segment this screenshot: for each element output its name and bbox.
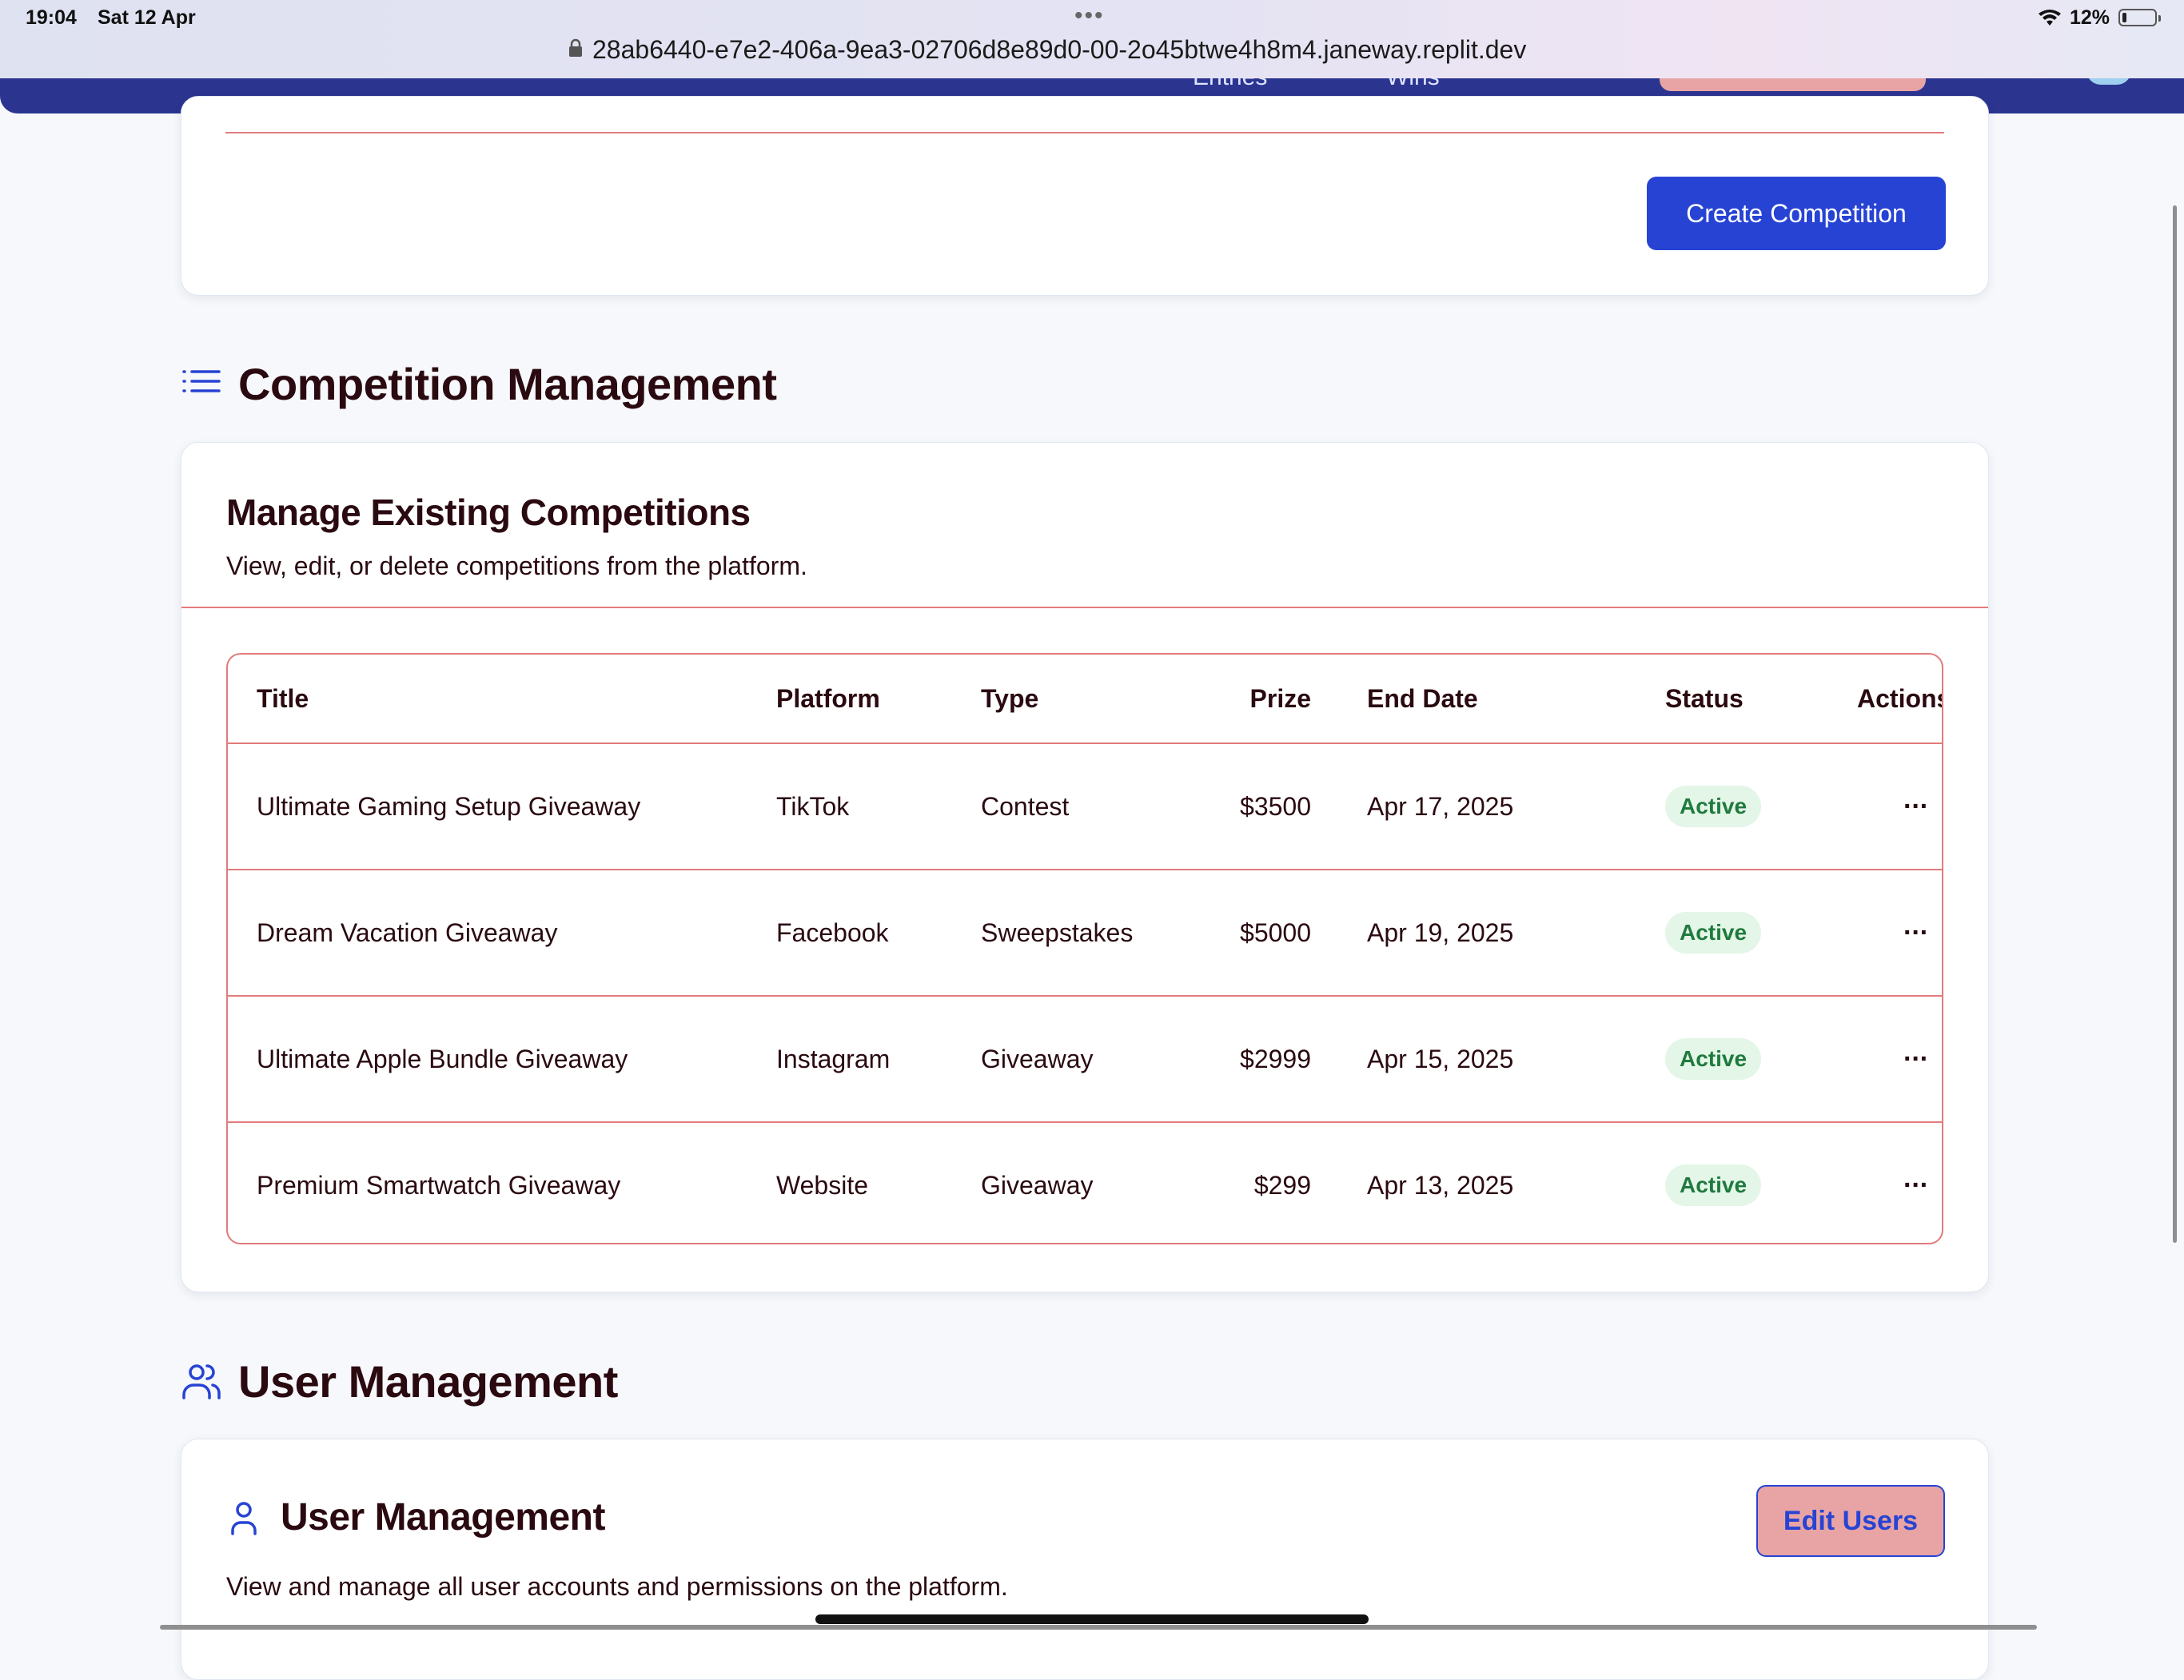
cell-status: Active xyxy=(1665,996,1857,1123)
table-row[interactable]: Premium Smartwatch Giveaway Website Give… xyxy=(228,1122,1942,1243)
user-management-card: User Management Edit Users View and mana… xyxy=(181,1439,1989,1680)
nav-action-button[interactable] xyxy=(1660,78,1926,91)
status-date: Sat 12 Apr xyxy=(98,6,196,29)
column-header-type: Type xyxy=(981,655,1186,744)
cell-title: Dream Vacation Giveaway xyxy=(228,870,776,997)
cell-actions: ··· xyxy=(1857,996,1942,1123)
horizontal-scrollbar[interactable] xyxy=(160,1625,2037,1630)
status-badge: Active xyxy=(1665,786,1762,827)
users-icon xyxy=(182,1364,221,1399)
column-header-status: Status xyxy=(1665,655,1857,744)
card-title: Manage Existing Competitions xyxy=(226,492,751,533)
home-indicator[interactable] xyxy=(815,1614,1369,1624)
cell-type: Sweepstakes xyxy=(981,870,1186,997)
column-header-end-date: End Date xyxy=(1311,655,1665,744)
card-header: User Management xyxy=(226,1495,605,1539)
multitask-dots-icon[interactable]: ••• xyxy=(1074,2,1105,30)
column-header-prize: Prize xyxy=(1186,655,1311,744)
section-title: User Management xyxy=(238,1356,618,1407)
table-row[interactable]: Dream Vacation Giveaway Facebook Sweepst… xyxy=(228,870,1942,997)
create-competition-button[interactable]: Create Competition xyxy=(1647,177,1946,250)
user-management-heading: User Management xyxy=(181,1356,618,1407)
divider xyxy=(181,607,1988,608)
create-competition-card: Create Competition xyxy=(181,96,1989,296)
card-description: View and manage all user accounts and pe… xyxy=(226,1572,1008,1601)
vertical-scrollbar[interactable] xyxy=(2173,205,2177,1243)
cell-type: Giveaway xyxy=(981,996,1186,1123)
cell-actions: ··· xyxy=(1857,870,1942,997)
battery-icon xyxy=(2118,9,2161,26)
more-actions-icon[interactable]: ··· xyxy=(1903,918,1929,948)
cell-platform: Website xyxy=(776,1170,869,1200)
cell-end-date: Apr 17, 2025 xyxy=(1311,743,1665,870)
status-badge: Active xyxy=(1665,1164,1762,1206)
column-header-title: Title xyxy=(228,655,776,744)
cell-title: Ultimate Gaming Setup Giveaway xyxy=(228,743,776,870)
status-time: 19:04 xyxy=(26,6,77,29)
cell-platform: TikTok xyxy=(776,743,981,870)
card-description: View, edit, or delete competitions from … xyxy=(226,551,807,580)
browser-status-bar: 19:04 Sat 12 Apr ••• 12% 28ab6440-e7e2-4… xyxy=(0,0,2184,78)
divider xyxy=(225,132,1944,133)
cell-title: Ultimate Apple Bundle Giveaway xyxy=(228,996,776,1123)
column-header-actions: Actions xyxy=(1857,655,1942,744)
cell-prize: $2999 xyxy=(1186,996,1311,1123)
table-row[interactable]: Ultimate Apple Bundle Giveaway Instagram… xyxy=(228,996,1942,1123)
cell-platform: Instagram xyxy=(776,996,981,1123)
edit-users-button[interactable]: Edit Users xyxy=(1756,1485,1945,1557)
list-icon xyxy=(182,369,221,392)
user-icon xyxy=(231,1501,257,1535)
address-bar-url[interactable]: 28ab6440-e7e2-406a-9ea3-02706d8e89d0-00-… xyxy=(592,35,1526,65)
cell-status: Active xyxy=(1665,743,1857,870)
column-header-platform: Platform xyxy=(776,655,981,744)
cell-platform: Facebook xyxy=(776,870,981,997)
nav-item-entries[interactable]: Entries xyxy=(1193,78,1267,91)
cell-type: Giveaway xyxy=(981,1170,1094,1200)
cell-actions: ··· xyxy=(1857,743,1942,870)
cell-end-date: Apr 19, 2025 xyxy=(1311,870,1665,997)
cell-prize: $5000 xyxy=(1186,870,1311,997)
competitions-table: Title Platform Type Prize End Date Statu… xyxy=(226,653,1943,1244)
avatar[interactable] xyxy=(2086,78,2131,85)
competition-management-heading: Competition Management xyxy=(181,358,777,410)
more-actions-icon[interactable]: ··· xyxy=(1903,1044,1929,1074)
status-badge: Active xyxy=(1665,912,1762,953)
status-badge: Active xyxy=(1665,1038,1762,1080)
cell-prize: $299 xyxy=(1253,1170,1311,1200)
lock-icon xyxy=(569,38,582,57)
table-row[interactable]: Ultimate Gaming Setup Giveaway TikTok Co… xyxy=(228,743,1942,870)
cell-status: Active xyxy=(1665,1122,1857,1243)
cell-end-date: Apr 15, 2025 xyxy=(1311,996,1665,1123)
cell-end-date: Apr 13, 2025 xyxy=(1367,1170,1514,1200)
more-actions-icon[interactable]: ··· xyxy=(1903,791,1929,822)
cell-type: Contest xyxy=(981,743,1186,870)
cell-prize: $3500 xyxy=(1186,743,1311,870)
section-title: Competition Management xyxy=(238,359,777,409)
cell-status: Active xyxy=(1665,870,1857,997)
table-header-row: Title Platform Type Prize End Date Statu… xyxy=(228,655,1942,744)
battery-percentage: 12% xyxy=(2070,6,2110,29)
cell-actions: ··· xyxy=(1857,1122,1942,1243)
nav-item-wins[interactable]: Wins xyxy=(1386,78,1440,91)
manage-competitions-card: Manage Existing Competitions View, edit,… xyxy=(181,442,1989,1292)
card-title: User Management xyxy=(281,1496,605,1539)
cell-title: Premium Smartwatch Giveaway xyxy=(257,1170,621,1200)
wifi-icon xyxy=(2039,10,2061,26)
more-actions-icon[interactable]: ··· xyxy=(1903,1170,1929,1200)
